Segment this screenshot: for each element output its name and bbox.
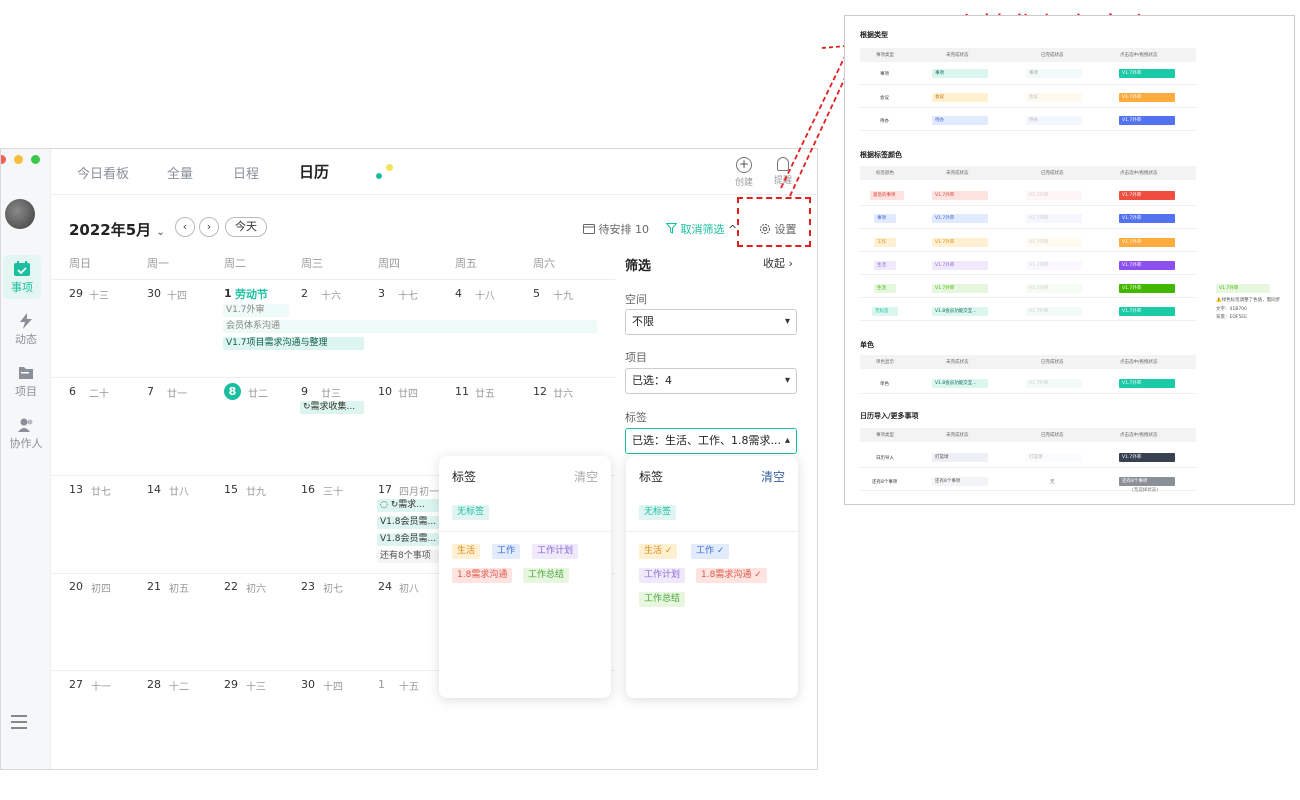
- color-chip: V1.7外审: [1119, 379, 1175, 388]
- tag-chip: 事项: [874, 214, 896, 223]
- color-chip: V1.7外审: [1119, 191, 1175, 200]
- tag-chip: 无标签: [872, 307, 898, 316]
- color-chip: V1.7外审: [1216, 284, 1270, 293]
- color-chip: 会议: [932, 93, 988, 102]
- column-header: 未完成状态: [946, 360, 969, 365]
- color-chip: 还有8个事项: [932, 477, 988, 486]
- row-label: 会议: [880, 96, 889, 101]
- column-header: 未完成状态: [946, 53, 969, 58]
- color-chip: 还有8个事项: [1119, 477, 1175, 486]
- color-chip: V1.7外审: [1119, 307, 1175, 316]
- column-header: 单色显示: [876, 360, 894, 365]
- column-header: 事项类型: [876, 53, 894, 58]
- color-chip: V1.7外审: [1119, 238, 1175, 247]
- side-note: 文字：41B700: [1216, 307, 1247, 312]
- color-chip: 事项: [932, 69, 988, 78]
- row-label: 还有8个事项: [872, 480, 898, 485]
- color-chip: V1.7外审: [1026, 191, 1082, 200]
- color-chip: V1.8会员功能交互...: [932, 379, 988, 388]
- color-chip: V1.7外审: [932, 284, 988, 293]
- color-chip: V1.7外审: [1119, 214, 1175, 223]
- color-chip: V1.7外审: [1119, 284, 1175, 293]
- column-header: 点击选中/拖拽状态: [1120, 360, 1158, 365]
- tag-chip: 生活: [874, 261, 896, 270]
- color-chip: V1.7外审: [932, 238, 988, 247]
- row-value: 无: [1050, 480, 1055, 485]
- chip-note: (无选择状态): [1132, 488, 1159, 493]
- row-label: 单色: [880, 382, 889, 387]
- color-definition-sheet: 根据类型 事项类型 未完成状态 已完成状态 点击选中/拖拽状态 事项 事项 事项…: [844, 15, 1295, 505]
- column-header: 点击选中/拖拽状态: [1120, 171, 1158, 176]
- color-chip: V1.8会员功能交互...: [932, 307, 988, 316]
- section-title: 日历导入/更多事项: [860, 412, 919, 420]
- column-header: 未完成状态: [946, 171, 969, 176]
- side-note: ⚠️绿色标签调整了色值，需同步: [1216, 298, 1281, 303]
- color-chip: V1.7外审: [1026, 307, 1082, 316]
- color-chip: V1.7外审: [932, 261, 988, 270]
- color-chip: 待办: [1026, 116, 1082, 125]
- column-header: 已完成状态: [1041, 433, 1064, 438]
- color-chip: V1.7外审: [1119, 261, 1175, 270]
- color-chip: 打篮球: [1026, 453, 1082, 462]
- column-header: 已完成状态: [1041, 171, 1064, 176]
- column-header: 未完成状态: [946, 433, 969, 438]
- column-header: 事项类型: [876, 433, 894, 438]
- section-title: 单色: [860, 341, 874, 349]
- color-chip: V1.7外审: [1119, 116, 1175, 125]
- color-chip: V1.7外审: [1119, 93, 1175, 102]
- tag-chip: 紧急的事项: [870, 191, 904, 200]
- column-header: 点击选中/拖拽状态: [1120, 53, 1158, 58]
- section-title: 根据类型: [860, 31, 888, 39]
- color-chip: V1.7外审: [1026, 214, 1082, 223]
- color-chip: V1.7外审: [1026, 284, 1082, 293]
- color-chip: 会议: [1026, 93, 1082, 102]
- side-note: 背景：EDF5EE: [1216, 315, 1247, 320]
- color-chip: 待办: [932, 116, 988, 125]
- color-chip: 打篮球: [932, 453, 988, 462]
- arrow-line: [780, 49, 849, 189]
- tag-chip: 生活: [874, 284, 896, 293]
- row-label: 日历导入: [876, 456, 894, 461]
- color-chip: V1.7外审: [932, 214, 988, 223]
- color-chip: V1.7外审: [932, 191, 988, 200]
- column-header: 已完成状态: [1041, 360, 1064, 365]
- tag-chip: 工作: [874, 238, 896, 247]
- column-header: 已完成状态: [1041, 53, 1064, 58]
- color-chip: V1.7外审: [1026, 379, 1082, 388]
- color-chip: V1.7外审: [1119, 453, 1175, 462]
- color-chip: V1.7外审: [1026, 261, 1082, 270]
- color-chip: 事项: [1026, 69, 1082, 78]
- row-label: 事项: [880, 72, 889, 77]
- section-title: 根据标签颜色: [860, 151, 902, 159]
- color-chip: V1.7外审: [1119, 69, 1175, 78]
- column-header: 点击选中/拖拽状态: [1120, 433, 1158, 438]
- column-header: 标签颜色: [876, 171, 894, 176]
- color-chip: V1.7外审: [1026, 238, 1082, 247]
- row-label: 待办: [880, 119, 889, 124]
